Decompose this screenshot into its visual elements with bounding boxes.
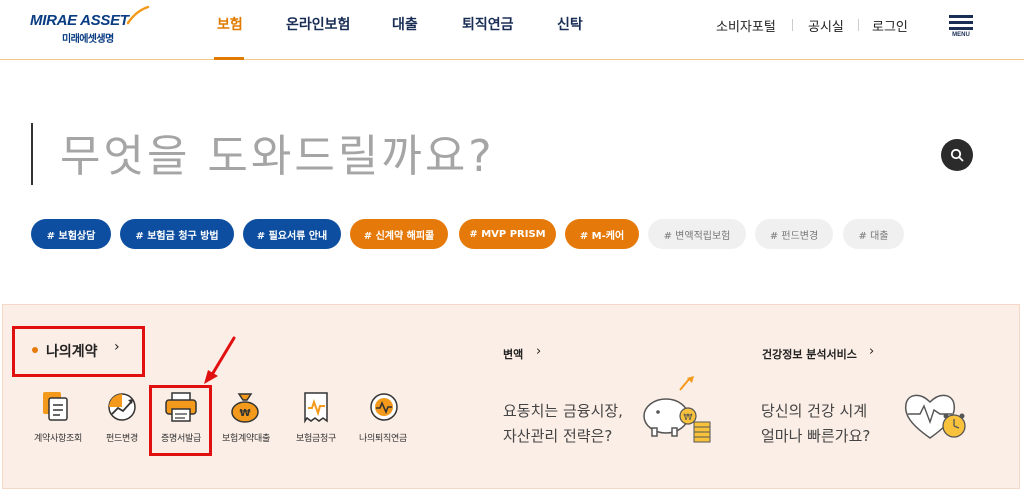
util-divider xyxy=(792,19,793,31)
nav-loan[interactable]: 대출 xyxy=(392,14,418,38)
health-arrow[interactable]: › xyxy=(869,344,874,359)
tag-new-contract-happycall[interactable]: # 신계약 해피콜 xyxy=(350,219,448,249)
my-contract-arrow[interactable]: › xyxy=(114,339,120,355)
menu-bar xyxy=(949,27,973,30)
variable-arrow[interactable]: › xyxy=(536,344,541,359)
printer-icon xyxy=(165,392,197,422)
mirae-asset-logo[interactable]: MIRAE ASSET 미래에셋생명 xyxy=(30,5,150,49)
variable-promo-line2: 자산관리 전략은? xyxy=(503,427,613,445)
contract-info-item[interactable] xyxy=(37,390,77,424)
annotation-arrow-icon xyxy=(204,336,236,384)
my-contract-title[interactable]: 나의계약 xyxy=(46,341,98,361)
fund-chart-icon xyxy=(108,393,136,421)
svg-text:₩: ₩ xyxy=(684,413,693,423)
money-bag-icon: ₩ xyxy=(231,393,259,423)
logo-swoosh-icon xyxy=(126,5,150,25)
claim-receipt-icon xyxy=(304,392,328,424)
menu-label: MENU xyxy=(952,32,970,38)
logo-main-text: MIRAE ASSET xyxy=(30,12,129,29)
title-dot xyxy=(32,347,38,353)
util-disclosure[interactable]: 공시실 xyxy=(808,16,844,35)
nav-active-indicator xyxy=(214,57,244,60)
claim-item[interactable] xyxy=(297,390,337,424)
health-promo-line1: 당신의 건강 시계 xyxy=(761,402,868,420)
document-icon xyxy=(43,392,68,421)
nav-retirement-pension[interactable]: 퇴직연금 xyxy=(462,14,514,38)
claim-label[interactable]: 보험금청구 xyxy=(290,431,342,444)
piggy-bank-icon: ₩ xyxy=(643,376,711,443)
tag-variable-savings[interactable]: # 변액적립보험 xyxy=(648,219,746,249)
menu-button[interactable]: MENU xyxy=(946,15,976,45)
svg-text:₩: ₩ xyxy=(239,408,250,419)
logo-sub-text: 미래에셋생명 xyxy=(62,34,114,45)
menu-bar xyxy=(949,21,973,24)
tag-m-care[interactable]: # M-케어 xyxy=(565,219,639,249)
policy-loan-label[interactable]: 보험계약대출 xyxy=(216,431,276,444)
certificate-issue-item[interactable] xyxy=(161,390,201,424)
tag-fund-change[interactable]: # 펀드변경 xyxy=(755,219,833,249)
contract-info-label[interactable]: 계약사항조회 xyxy=(30,431,86,444)
variable-promo-text[interactable]: 요동치는 금융시장, 자산관리 전략은? xyxy=(503,399,623,449)
menu-bar xyxy=(949,15,973,18)
my-pension-label[interactable]: 나의퇴직연금 xyxy=(352,431,414,444)
certificate-issue-label[interactable]: 증명서발급 xyxy=(154,431,208,444)
tag-mvp-prism[interactable]: # MVP PRISM xyxy=(459,219,556,249)
my-pension-item[interactable] xyxy=(364,390,404,424)
search-icon xyxy=(950,148,964,162)
fund-change-item[interactable] xyxy=(102,390,142,424)
health-promo-line2: 얼마나 빠른가요? xyxy=(761,427,871,445)
util-divider xyxy=(858,19,859,31)
pension-icon xyxy=(370,393,398,421)
util-login[interactable]: 로그인 xyxy=(872,16,908,35)
nav-insurance[interactable]: 보험 xyxy=(217,14,243,38)
tag-required-docs[interactable]: # 필요서류 안내 xyxy=(243,219,341,249)
search-button[interactable] xyxy=(941,139,973,171)
tag-claim-method[interactable]: # 보험금 청구 방법 xyxy=(120,219,234,249)
tag-loan[interactable]: # 대출 xyxy=(843,219,904,249)
tag-insurance-consult[interactable]: # 보험상담 xyxy=(31,219,111,249)
variable-title[interactable]: 변액 xyxy=(503,346,523,362)
search-cursor xyxy=(31,123,33,185)
heart-clock-icon xyxy=(904,394,966,439)
health-promo-text[interactable]: 당신의 건강 시계 얼마나 빠른가요? xyxy=(761,399,870,449)
util-consumer-portal[interactable]: 소비자포털 xyxy=(716,16,776,35)
health-title[interactable]: 건강정보 분석서비스 xyxy=(762,346,857,362)
fund-change-label[interactable]: 펀드변경 xyxy=(98,431,146,444)
nav-online-insurance[interactable]: 온라인보험 xyxy=(286,14,350,38)
nav-trust[interactable]: 신탁 xyxy=(557,14,583,38)
search-input[interactable]: 무엇을 도와드릴까요? xyxy=(60,120,495,184)
policy-loan-item[interactable]: ₩ xyxy=(225,390,265,424)
variable-promo-line1: 요동치는 금융시장, xyxy=(503,402,623,420)
